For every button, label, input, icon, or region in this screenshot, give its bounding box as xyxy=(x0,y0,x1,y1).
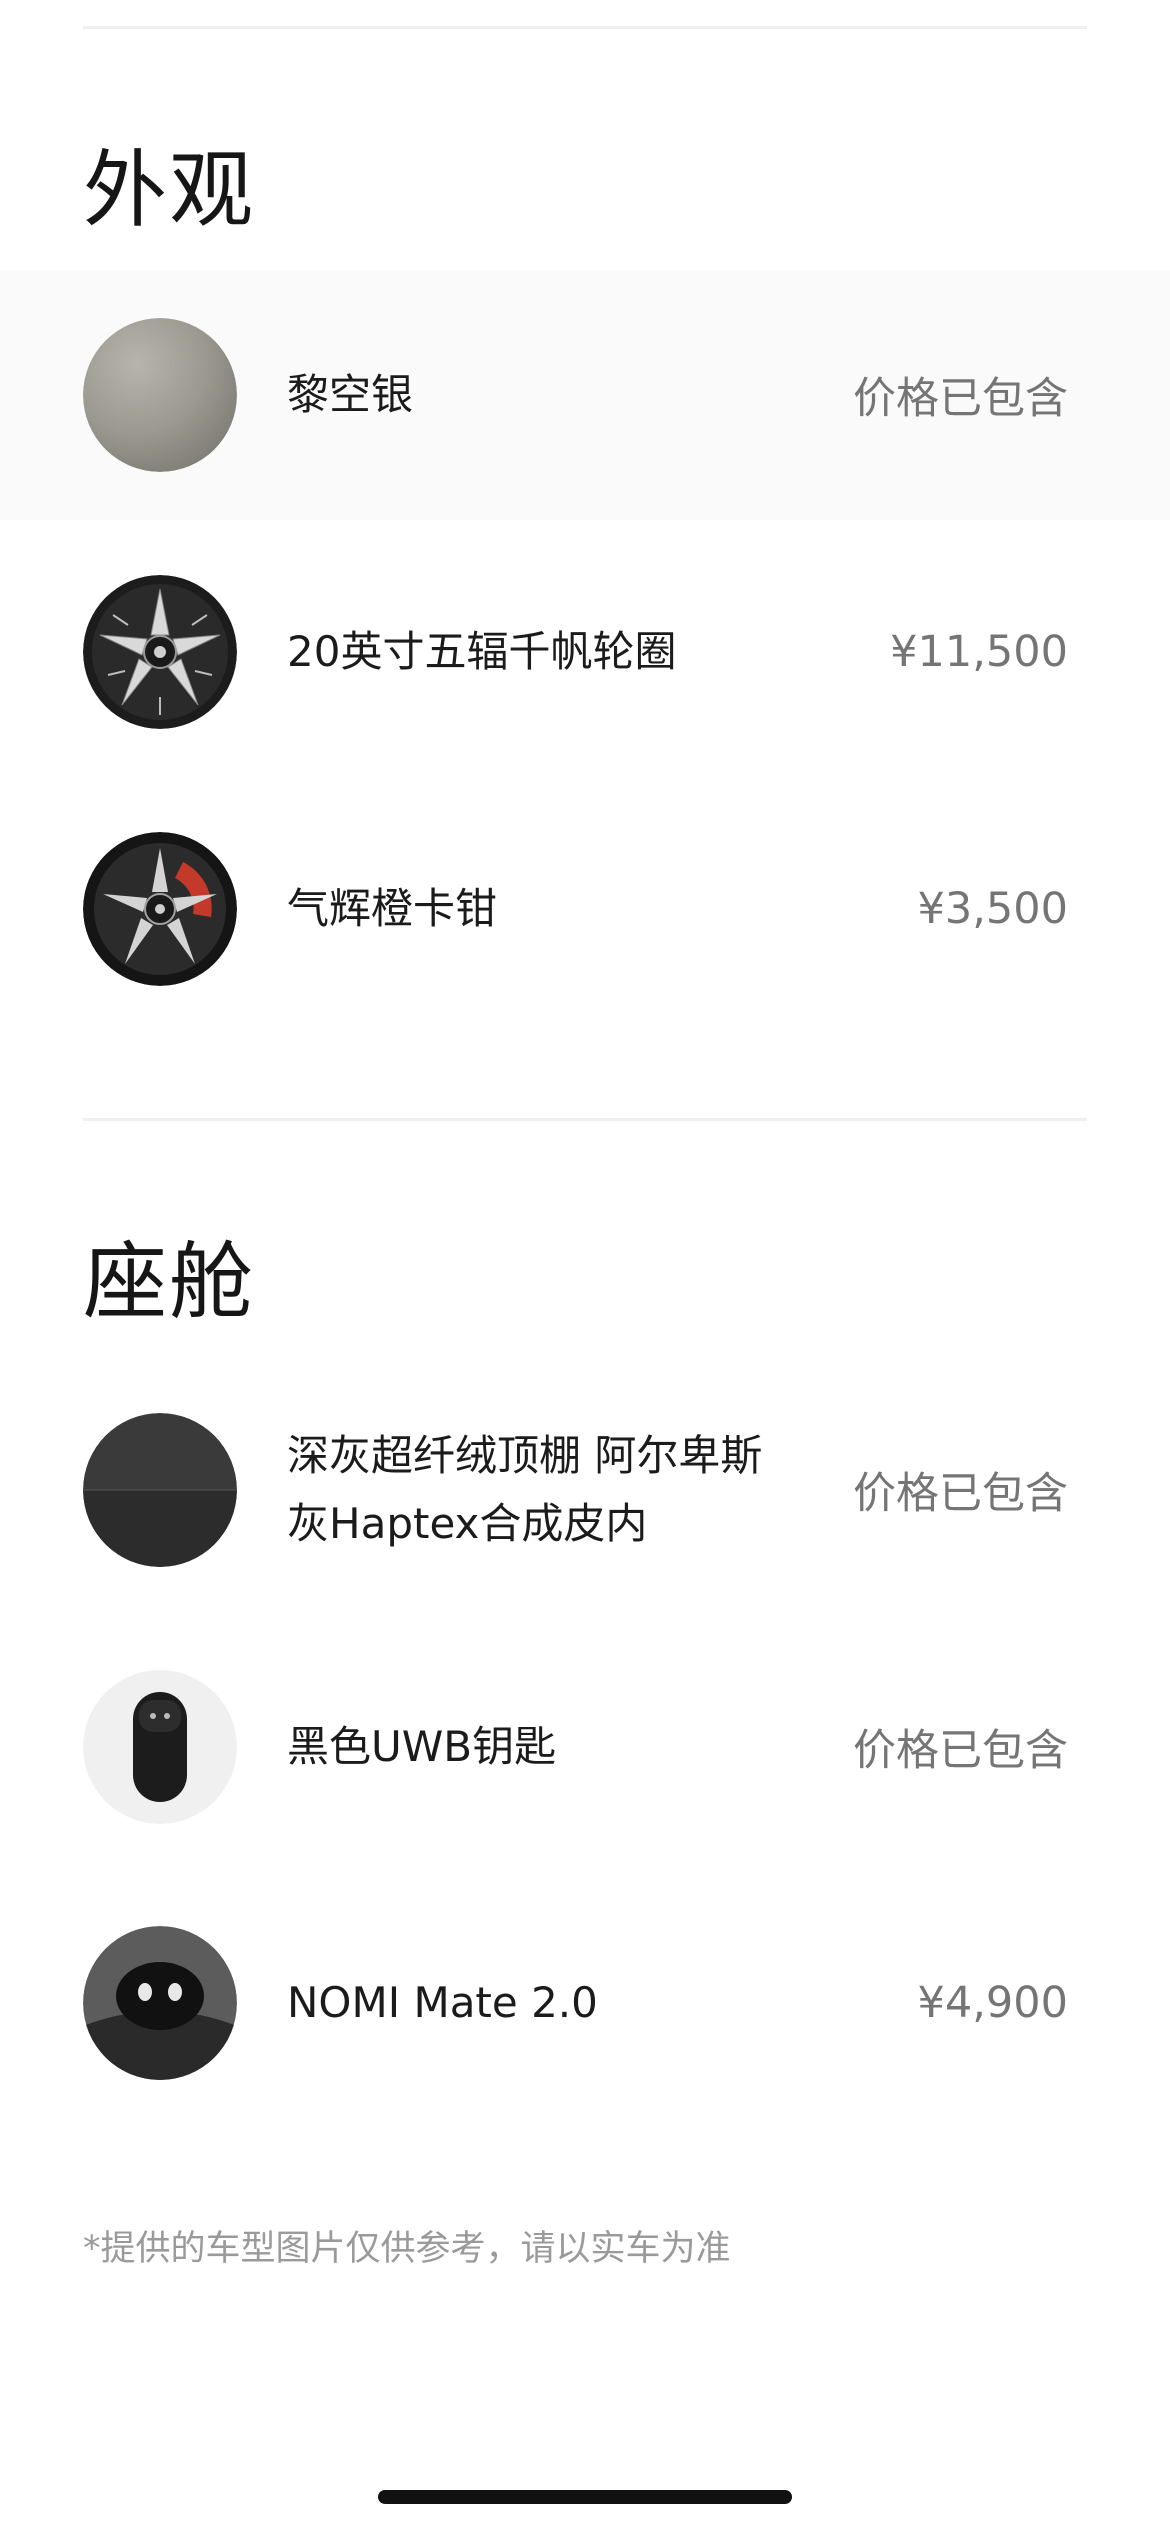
option-name: NOMI Mate 2.0 xyxy=(287,1978,598,2027)
option-name: 20英寸五辐千帆轮圈 xyxy=(287,627,677,676)
option-name: 气辉橙卡钳 xyxy=(287,884,498,933)
option-price: ¥3,500 xyxy=(917,884,1068,934)
uwb-key-fob-icon xyxy=(83,1670,237,1824)
brake-caliper-wheel-icon xyxy=(83,832,237,986)
option-name: 深灰超纤绒顶棚 阿尔卑斯灰Haptex合成皮内 xyxy=(287,1431,763,1548)
home-indicator[interactable] xyxy=(378,2490,792,2504)
disclaimer-text: *提供的车型图片仅供参考，请以实车为准 xyxy=(83,2229,731,2269)
option-row-paint[interactable]: 黎空银 价格已包含 xyxy=(0,270,1170,520)
exterior-section-title: 外观 xyxy=(83,141,256,239)
option-price: ¥4,900 xyxy=(917,1978,1068,2028)
option-price: 价格已包含 xyxy=(853,1469,1068,1519)
top-divider xyxy=(83,26,1087,29)
nomi-mate-device-icon xyxy=(83,1926,237,2080)
option-row-wheel[interactable]: 20英寸五辐千帆轮圈 ¥11,500 xyxy=(0,527,1170,777)
option-row-caliper[interactable]: 气辉橙卡钳 ¥3,500 xyxy=(0,784,1170,1034)
option-row-key[interactable]: 黑色UWB钥匙 价格已包含 xyxy=(0,1622,1170,1872)
option-row-interior[interactable]: 深灰超纤绒顶棚 阿尔卑斯灰Haptex合成皮内 价格已包含 xyxy=(0,1365,1170,1615)
interior-fabric-swatch-icon xyxy=(83,1413,237,1567)
wheel-rim-icon xyxy=(83,575,237,729)
option-row-nomi[interactable]: NOMI Mate 2.0 ¥4,900 xyxy=(0,1878,1170,2128)
cabin-section-title: 座舱 xyxy=(83,1233,256,1331)
option-price: 价格已包含 xyxy=(853,374,1068,424)
paint-swatch-silver-icon xyxy=(83,318,237,472)
section-divider xyxy=(83,1118,1087,1121)
option-price: ¥11,500 xyxy=(890,627,1068,677)
option-price: 价格已包含 xyxy=(853,1726,1068,1776)
option-name: 黎空银 xyxy=(287,370,414,419)
option-name: 黑色UWB钥匙 xyxy=(287,1722,557,1771)
